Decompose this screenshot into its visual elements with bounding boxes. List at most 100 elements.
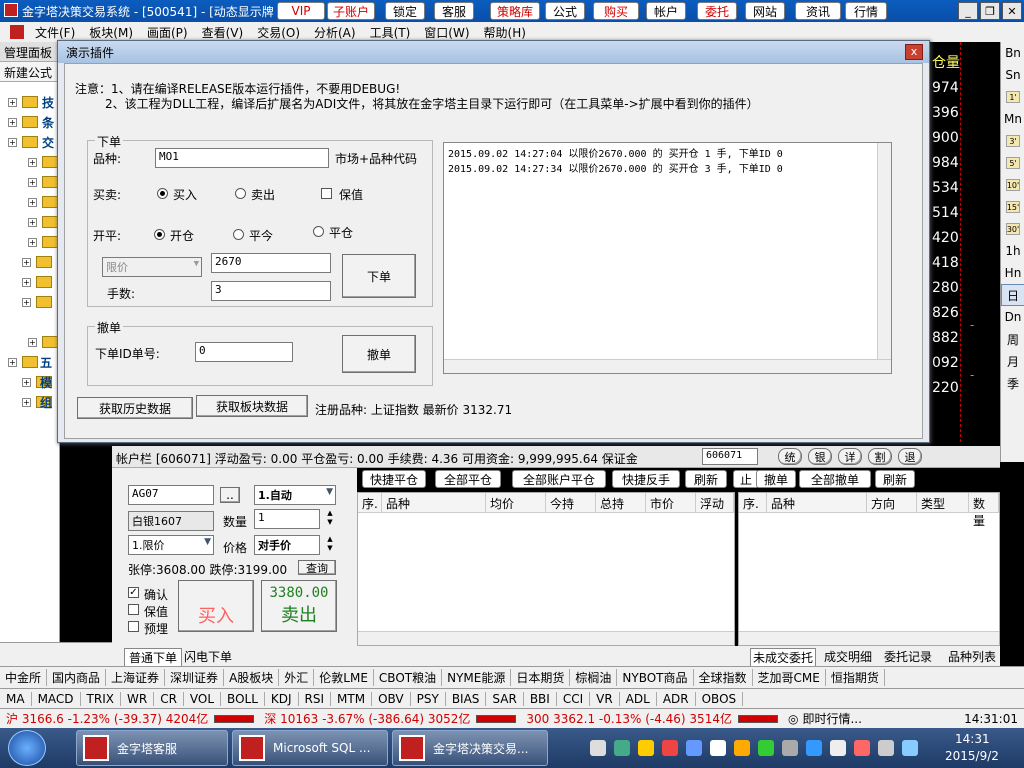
indicator-ma[interactable]: MA xyxy=(0,691,32,706)
indicator-sar[interactable]: SAR xyxy=(486,691,524,706)
tree-item-0[interactable]: 技 xyxy=(42,94,54,111)
symbol-input[interactable]: MO1 xyxy=(155,148,329,168)
minimize-button[interactable]: _ xyxy=(958,2,978,20)
menu-item-6[interactable]: 工具(T) xyxy=(363,24,418,41)
indicator-vol[interactable]: VOL xyxy=(184,691,222,706)
indicator-kdj[interactable]: KDJ xyxy=(265,691,299,706)
tray-icon[interactable] xyxy=(638,740,654,756)
indicator-obv[interactable]: OBV xyxy=(372,691,411,706)
tab-right-2[interactable]: 委托记录 xyxy=(884,648,932,665)
close-radio[interactable] xyxy=(313,226,324,237)
close-window-button[interactable]: ✕ xyxy=(1002,2,1022,20)
orders-col-header[interactable]: 数量 xyxy=(969,493,999,528)
price-input[interactable]: 对手价 xyxy=(254,535,320,555)
indicator-bias[interactable]: BIAS xyxy=(446,691,487,706)
confirm-checkbox[interactable]: ✓ xyxy=(128,587,139,598)
left-panel-new-formula[interactable]: 新建公式 xyxy=(0,62,59,82)
preset-checkbox[interactable] xyxy=(128,621,139,632)
cancel-id-input[interactable]: 0 xyxy=(195,342,293,362)
tab-right-0[interactable]: 未成交委托 xyxy=(750,648,817,667)
orders-col-header[interactable]: 品种 xyxy=(767,493,867,513)
market-tab-10[interactable]: 棕榈油 xyxy=(570,669,618,686)
action-button-8[interactable]: 刷新 xyxy=(875,470,915,488)
orders-col-header[interactable]: 类型 xyxy=(917,493,969,513)
indicator-cr[interactable]: CR xyxy=(154,691,184,706)
code-browse-button[interactable]: .. xyxy=(220,487,240,503)
positions-col-header[interactable]: 市价 xyxy=(646,493,696,513)
menu-item-0[interactable]: 文件(F) xyxy=(28,24,82,41)
menu-item-8[interactable]: 帮助(H) xyxy=(477,24,533,41)
tree-item-1[interactable]: 条 xyxy=(42,114,54,131)
menu-item-5[interactable]: 分析(A) xyxy=(307,24,363,41)
tab-right-3[interactable]: 品种列表 xyxy=(948,648,996,665)
account-tool-button-3[interactable]: 割 xyxy=(868,448,892,465)
get-block-button[interactable]: 获取板块数据 xyxy=(196,395,308,417)
qty-stepper[interactable]: ▲ ▼ xyxy=(324,509,336,529)
qty-input[interactable]: 3 xyxy=(211,281,331,301)
price-stepper[interactable]: ▲ ▼ xyxy=(324,535,336,555)
tray-icon[interactable] xyxy=(590,740,606,756)
market-tab-6[interactable]: 伦敦LME xyxy=(314,669,374,686)
tab-left-1[interactable]: 普通下单 xyxy=(124,648,183,667)
tab-right-1[interactable]: 成交明细 xyxy=(824,648,872,665)
indicator-wr[interactable]: WR xyxy=(121,691,155,706)
tree-expand-icon[interactable]: + xyxy=(28,238,37,247)
qty-input[interactable]: 1 xyxy=(254,509,320,529)
menu-item-1[interactable]: 板块(M) xyxy=(82,24,140,41)
open-radio[interactable] xyxy=(154,229,165,240)
tree-expand-icon[interactable]: + xyxy=(22,278,31,287)
indicator-mtm[interactable]: MTM xyxy=(331,691,373,706)
positions-col-header[interactable]: 序. xyxy=(358,493,382,513)
indicator-rsi[interactable]: RSI xyxy=(299,691,332,706)
account-tool-button-1[interactable]: 银 xyxy=(808,448,832,465)
positions-col-header[interactable]: 总持 xyxy=(596,493,646,513)
period-12[interactable]: Dn xyxy=(1001,306,1024,328)
tray-icon[interactable] xyxy=(806,740,822,756)
log-hscrollbar[interactable] xyxy=(444,359,891,373)
tray-icon[interactable] xyxy=(686,740,702,756)
buy-button[interactable]: 买入 xyxy=(178,580,254,632)
top-button-4[interactable]: 策略库 xyxy=(490,2,540,20)
market-tab-3[interactable]: 深圳证券 xyxy=(165,669,225,686)
period-14[interactable]: 月 xyxy=(1001,350,1024,372)
period-8[interactable]: 30' xyxy=(1001,218,1024,240)
price-type-select[interactable]: 限价 ▼ xyxy=(102,257,202,277)
sell-radio[interactable] xyxy=(235,188,246,199)
tree-item-4[interactable]: 模 xyxy=(40,374,52,391)
orders-hscrollbar[interactable] xyxy=(739,631,999,645)
period-10[interactable]: Hn xyxy=(1001,262,1024,284)
top-button-6[interactable]: 购买 xyxy=(593,2,639,20)
top-button-10[interactable]: 资讯 xyxy=(795,2,841,20)
tree-item-5[interactable]: 组 xyxy=(40,394,52,411)
log-scrollbar[interactable] xyxy=(877,143,891,359)
tree-expand-icon[interactable]: + xyxy=(8,138,17,147)
mode-select[interactable]: 1.自动 ▼ xyxy=(254,485,336,505)
tray-icon[interactable] xyxy=(710,740,726,756)
indicator-psy[interactable]: PSY xyxy=(411,691,446,706)
menu-item-4[interactable]: 交易(O) xyxy=(250,24,307,41)
code-input[interactable]: AG07 xyxy=(128,485,214,505)
tree-expand-icon[interactable]: + xyxy=(8,358,17,367)
query-button[interactable]: 查询 xyxy=(298,560,336,575)
tree-expand-icon[interactable]: + xyxy=(28,218,37,227)
tree-expand-icon[interactable]: + xyxy=(28,198,37,207)
positions-col-header[interactable]: 品种 xyxy=(382,493,486,513)
tray-icon[interactable] xyxy=(854,740,870,756)
tree-expand-icon[interactable]: + xyxy=(22,298,31,307)
tab-left-2[interactable]: 闪电下单 xyxy=(184,648,232,665)
action-button-2[interactable]: 全部账户平仓 xyxy=(512,470,606,488)
market-tab-2[interactable]: 上海证券 xyxy=(106,669,166,686)
market-tab-13[interactable]: 芝加哥CME xyxy=(753,669,826,686)
indicator-vr[interactable]: VR xyxy=(590,691,620,706)
action-button-7[interactable]: 全部撤单 xyxy=(799,470,871,488)
period-4[interactable]: 3' xyxy=(1001,130,1024,152)
action-button-3[interactable]: 快捷反手 xyxy=(612,470,680,488)
positions-col-header[interactable]: 均价 xyxy=(486,493,546,513)
market-tab-14[interactable]: 恒指期货 xyxy=(826,669,885,686)
price-input[interactable]: 2670 xyxy=(211,253,331,273)
action-button-0[interactable]: 快捷平仓 xyxy=(362,470,426,488)
tray-icon[interactable] xyxy=(734,740,750,756)
dialog-close-button[interactable]: x xyxy=(905,44,923,60)
period-11[interactable]: 日 xyxy=(1001,284,1024,306)
tree-expand-icon[interactable]: + xyxy=(22,378,31,387)
